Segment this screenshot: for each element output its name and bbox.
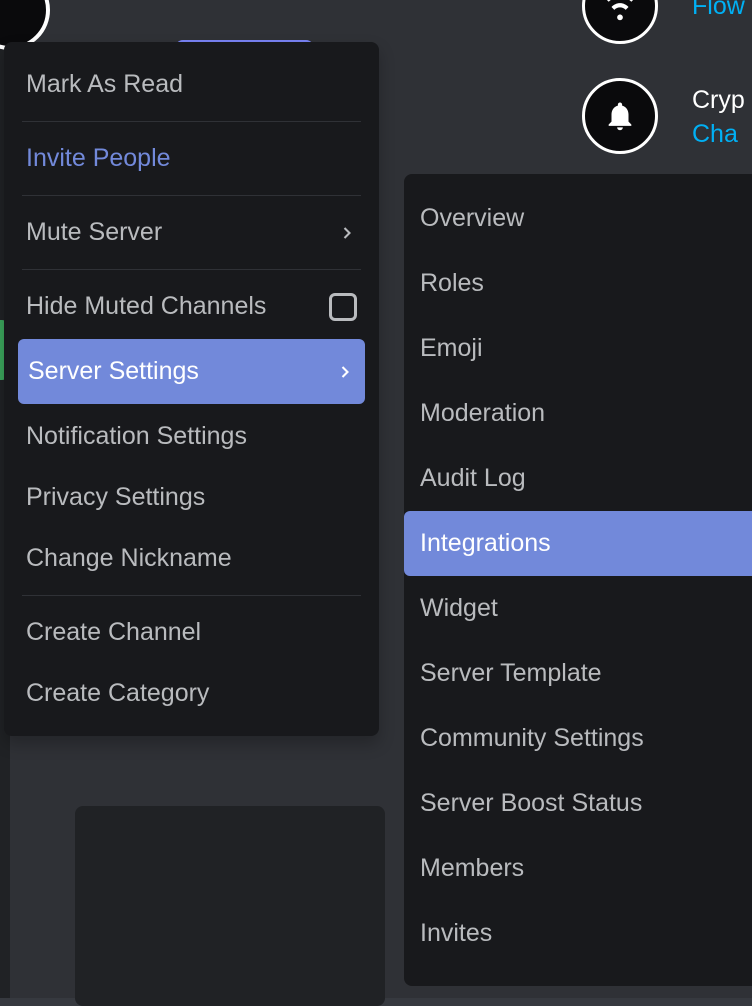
server-icon-cryp[interactable] [582, 78, 658, 154]
submenu-roles[interactable]: Roles [404, 251, 752, 316]
submenu-widget[interactable]: Widget [404, 576, 752, 641]
checkbox-unchecked[interactable] [329, 293, 357, 321]
mark-as-read[interactable]: Mark As Read [18, 54, 365, 115]
submenu-integrations[interactable]: Integrations [404, 511, 752, 576]
server-settings-submenu: Overview Roles Emoji Moderation Audit Lo… [404, 174, 752, 986]
submenu-moderation[interactable]: Moderation [404, 381, 752, 446]
mute-server-label: Mute Server [26, 218, 162, 247]
change-nickname[interactable]: Change Nickname [18, 528, 365, 589]
submenu-server-template[interactable]: Server Template [404, 641, 752, 706]
separator [22, 269, 361, 270]
notification-settings[interactable]: Notification Settings [18, 406, 365, 467]
mute-server[interactable]: Mute Server [18, 202, 365, 263]
server-settings[interactable]: Server Settings [18, 339, 365, 404]
submenu-community-settings[interactable]: Community Settings [404, 706, 752, 771]
chevron-right-icon [337, 223, 357, 243]
connection-icon [603, 0, 637, 23]
create-channel[interactable]: Create Channel [18, 602, 365, 663]
server-context-menu: Mark As Read Invite People Mute Server H… [4, 42, 379, 736]
bell-icon [603, 99, 637, 133]
submenu-audit-log[interactable]: Audit Log [404, 446, 752, 511]
content-panel [75, 806, 385, 1006]
submenu-overview[interactable]: Overview [404, 186, 752, 251]
chevron-right-icon [335, 362, 355, 382]
hide-muted-label: Hide Muted Channels [26, 292, 266, 321]
privacy-settings[interactable]: Privacy Settings [18, 467, 365, 528]
cha-link[interactable]: Cha [692, 120, 738, 149]
separator [22, 195, 361, 196]
submenu-server-boost[interactable]: Server Boost Status [404, 771, 752, 836]
server-settings-label: Server Settings [28, 357, 199, 386]
invite-people[interactable]: Invite People [18, 128, 365, 189]
submenu-invites[interactable]: Invites [404, 901, 752, 966]
flow-link[interactable]: Flow [692, 0, 745, 21]
separator [22, 121, 361, 122]
cryp-title: Cryp [692, 86, 745, 115]
separator [22, 595, 361, 596]
submenu-emoji[interactable]: Emoji [404, 316, 752, 381]
hide-muted-channels[interactable]: Hide Muted Channels [18, 276, 365, 337]
submenu-members[interactable]: Members [404, 836, 752, 901]
create-category[interactable]: Create Category [18, 663, 365, 724]
